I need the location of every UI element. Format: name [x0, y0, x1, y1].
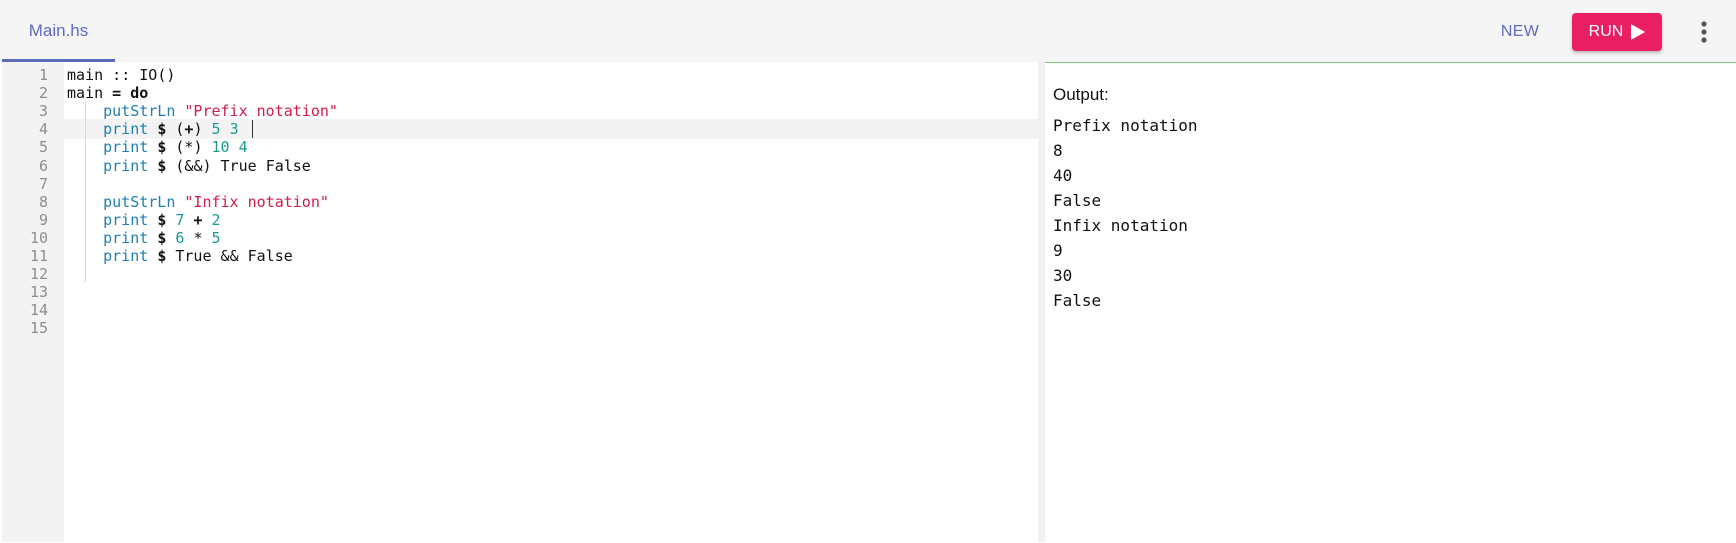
code-text: putStrLn "Prefix notation" [103, 102, 338, 121]
code-line[interactable]: 7 [2, 174, 1038, 194]
code-text: print $ True && False [103, 247, 293, 265]
line-number: 6 [38, 156, 48, 175]
line-number: 3 [38, 102, 48, 121]
code-line[interactable]: 6 print $ (&&) True False [2, 156, 1038, 176]
line-number: 13 [29, 283, 48, 302]
code-line[interactable]: 11 print $ True && False [2, 246, 1038, 266]
indent-guide [85, 101, 86, 283]
line-number: 9 [38, 210, 48, 229]
new-button-label: NEW [1500, 23, 1540, 40]
line-number: 11 [29, 247, 48, 265]
code-line[interactable]: 5 print $ (*) 10 4 [2, 137, 1038, 157]
code-line[interactable]: 2 main = do [2, 83, 1038, 103]
text-cursor [252, 120, 253, 139]
more-vert-icon [1701, 21, 1707, 43]
pane-splitter[interactable] [1038, 62, 1045, 542]
code-editor[interactable]: 1 main :: IO() 2 main = do 3 putStrLn "Prefi… [2, 62, 1038, 542]
code-line[interactable]: 14 [2, 300, 1038, 320]
output-line: 30 [1053, 266, 1073, 285]
line-number: 5 [38, 138, 48, 157]
toolbar: Main.hs NEW RUN [0, 0, 1736, 63]
code-line[interactable]: 15 [2, 318, 1038, 338]
line-number: 12 [29, 265, 48, 284]
output-line: Prefix notation [1053, 116, 1198, 135]
output-panel: Output: Prefix notation 8 40 False Infix not… [1045, 62, 1736, 543]
output-line: False [1053, 191, 1102, 210]
code-line[interactable]: 1 main :: IO() [2, 65, 1038, 85]
code-text: print $ (&&) True False [103, 156, 311, 175]
code-line[interactable]: 3 putStrLn "Prefix notation" [2, 101, 1038, 121]
code-line[interactable]: 4 print $ (+) 5 3 [2, 119, 1038, 140]
line-number: 4 [38, 120, 48, 139]
code-text: print $ (*) 10 4 [103, 138, 248, 157]
more-vert-button[interactable] [1690, 14, 1718, 50]
code-line[interactable]: 13 [2, 282, 1038, 302]
output-title: Output: [1053, 85, 1109, 104]
output-line: 40 [1053, 166, 1073, 185]
line-number: 7 [38, 174, 48, 193]
code-text: main = do [67, 84, 149, 103]
code-text: print $ 6 * 5 [103, 228, 221, 247]
play-icon [1631, 24, 1646, 40]
line-number: 2 [38, 84, 48, 103]
code-line[interactable]: 8 putStrLn "Infix notation" [2, 192, 1038, 212]
code-line[interactable]: 10 print $ 6 * 5 [2, 228, 1038, 248]
output-line: 9 [1053, 241, 1063, 260]
line-number: 1 [38, 66, 48, 84]
output-line: 8 [1053, 141, 1063, 160]
new-button[interactable]: NEW [1486, 14, 1554, 50]
code-line[interactable]: 12 [2, 264, 1038, 284]
line-number: 15 [29, 319, 48, 338]
code-text: putStrLn "Infix notation" [103, 192, 329, 211]
output-line: Infix notation [1053, 216, 1188, 235]
code-text: print $ (+) 5 3 [103, 120, 239, 139]
code-text: main :: IO() [67, 66, 176, 84]
tab-main-hs[interactable]: Main.hs [2, 0, 115, 62]
run-button-label: RUN [1588, 23, 1624, 40]
tab-label: Main.hs [28, 21, 89, 40]
line-number: 10 [29, 228, 48, 247]
code-text: print $ 7 + 2 [103, 210, 221, 229]
line-number: 14 [29, 301, 48, 320]
output-line: False [1053, 291, 1102, 310]
code-line[interactable]: 9 print $ 7 + 2 [2, 210, 1038, 230]
line-number: 8 [38, 192, 48, 211]
run-button[interactable]: RUN [1572, 13, 1662, 51]
